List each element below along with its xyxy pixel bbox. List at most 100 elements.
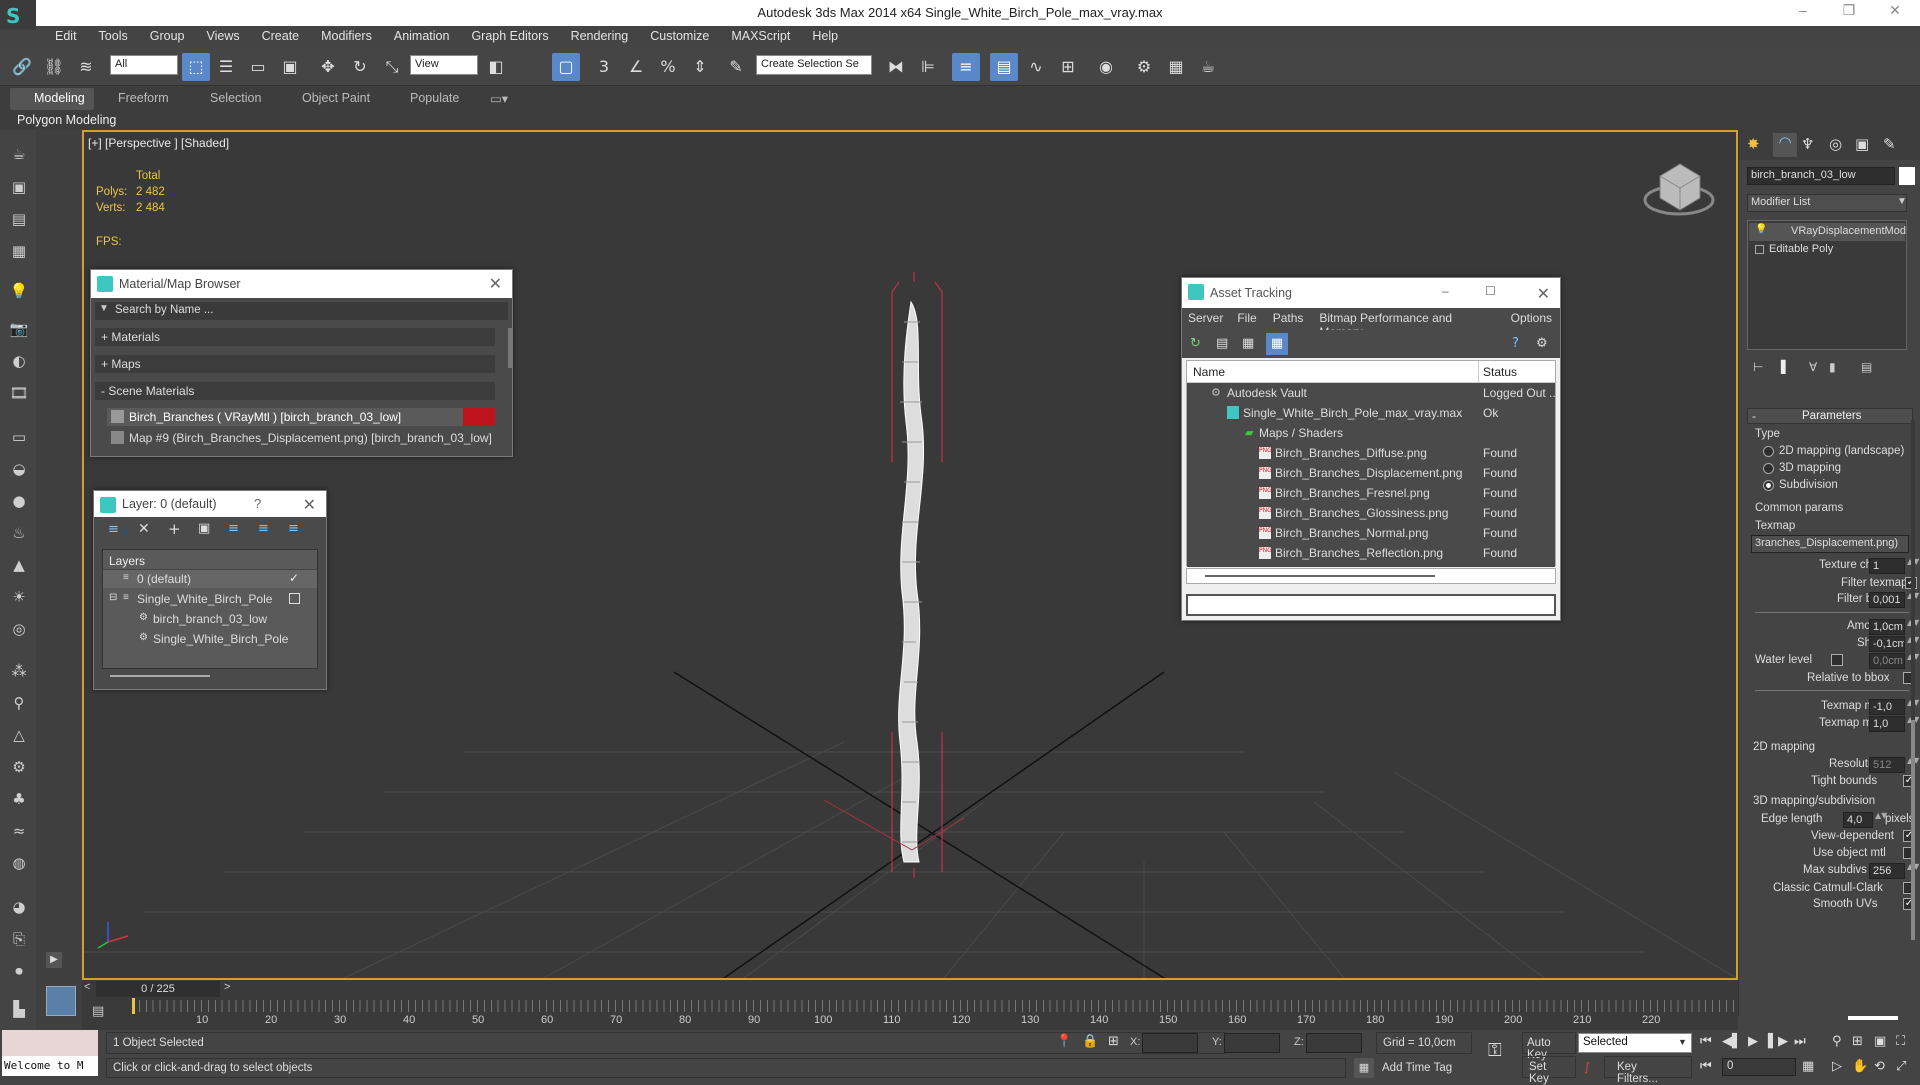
pivot-center-icon[interactable]: ◧ xyxy=(482,53,510,81)
select-layer-icon[interactable]: ▣ xyxy=(198,521,210,536)
spinner-snap-icon[interactable]: ⇕ xyxy=(686,53,714,81)
viewport-layout-tab[interactable] xyxy=(46,986,76,1016)
table-view-icon[interactable]: ▦ xyxy=(1266,333,1288,355)
collapse-icon[interactable]: ⊟ xyxy=(109,592,117,603)
mirror-icon[interactable]: ⧓ xyxy=(882,53,910,81)
maximize-viewport-icon[interactable]: ⤢ xyxy=(1896,1059,1906,1074)
bone-icon[interactable]: ⚲ xyxy=(8,694,30,716)
key-mode-dropdown[interactable]: Selected xyxy=(1578,1033,1692,1053)
asset-menu-paths[interactable]: Paths xyxy=(1265,308,1312,330)
motion-tab-icon[interactable]: ◎ xyxy=(1829,135,1842,153)
scroll-thumb[interactable] xyxy=(1205,575,1435,577)
menu-rendering[interactable]: Rendering xyxy=(560,26,640,48)
help-icon[interactable]: ? xyxy=(1512,336,1519,351)
maxscript-listener-top[interactable] xyxy=(2,1030,98,1058)
menu-tools[interactable]: Tools xyxy=(88,26,139,48)
asset-tracking-titlebar[interactable]: Asset Tracking – ☐ ✕ xyxy=(1182,278,1560,308)
layer-row-birch[interactable]: ⊟ ≡ Single_White_Birch_Pole xyxy=(103,590,317,608)
tab-selection[interactable]: Selection xyxy=(210,91,261,105)
rendered-frame-icon[interactable]: ▦ xyxy=(1162,53,1190,81)
rect-selection-icon[interactable]: ▭ xyxy=(244,53,272,81)
table-row[interactable]: Single_White_Birch_Pole_max_vray.max Ok xyxy=(1187,404,1555,422)
group-maps[interactable]: + Maps xyxy=(95,355,495,373)
spinner-icon[interactable]: ▲▼ xyxy=(1875,812,1887,828)
current-frame-field[interactable]: 0 xyxy=(1722,1058,1796,1076)
remove-modifier-icon[interactable]: ▮ xyxy=(1829,360,1836,374)
command-panel-scrollbar[interactable] xyxy=(1911,420,1915,940)
light-icon[interactable]: 💡 xyxy=(8,282,30,304)
group-materials[interactable]: + Materials xyxy=(95,328,495,346)
move-icon[interactable]: ✥ xyxy=(314,53,342,81)
menu-group[interactable]: Group xyxy=(139,26,196,48)
rotate-icon[interactable]: ↻ xyxy=(346,53,374,81)
helper-icon[interactable]: ◐ xyxy=(8,352,30,374)
menu-customize[interactable]: Customize xyxy=(639,26,720,48)
z-coordinate-field[interactable] xyxy=(1306,1033,1362,1053)
display-tab-icon[interactable]: ▣ xyxy=(1855,135,1869,153)
asset-hscrollbar[interactable] xyxy=(1186,568,1556,584)
tab-modeling[interactable]: Modeling xyxy=(34,91,85,105)
highlight-layer-icon[interactable]: ≡ xyxy=(228,521,239,536)
geosphere-icon[interactable]: ● xyxy=(8,492,30,514)
isolate-pin-icon[interactable]: 📍 xyxy=(1056,1034,1072,1049)
list-item-map[interactable]: Map #9 (Birch_Branches_Displacement.png)… xyxy=(107,429,495,447)
zoom-all-icon[interactable]: ⊞ xyxy=(1852,1034,1863,1049)
restore-icon[interactable]: ❐ xyxy=(1834,2,1864,24)
clip-icon[interactable]: ⎘ xyxy=(8,930,30,952)
material-browser-titlebar[interactable]: Material/Map Browser ✕ xyxy=(91,270,512,298)
texmap-min-field[interactable]: -1,0 xyxy=(1869,699,1905,715)
named-selection-dropdown[interactable]: Create Selection Se xyxy=(756,55,872,75)
menu-modifiers[interactable]: Modifiers xyxy=(310,26,383,48)
material-editor-icon[interactable]: ◉ xyxy=(1092,53,1120,81)
table-row[interactable]: ▰ Maps / Shaders xyxy=(1187,424,1555,442)
help-icon[interactable]: ? xyxy=(254,496,261,511)
key-tangent-icon[interactable]: ∫ xyxy=(1584,1060,1590,1074)
menu-animation[interactable]: Animation xyxy=(383,26,461,48)
layer-hscrollbar[interactable] xyxy=(102,669,318,683)
asset-path-field[interactable] xyxy=(1186,594,1556,616)
settings-icon[interactable]: ⚙ xyxy=(1536,336,1548,351)
close-icon[interactable]: ✕ xyxy=(303,495,316,515)
record-icon[interactable]: ⏺ xyxy=(8,962,30,984)
add-to-layer-icon[interactable]: + xyxy=(168,520,181,538)
texmap-button[interactable]: 3ranches_Displacement.png) xyxy=(1751,535,1909,553)
time-config-icon[interactable]: ▦ xyxy=(1802,1059,1814,1074)
make-unique-icon[interactable]: ∀ xyxy=(1809,360,1817,374)
bind-space-warp-icon[interactable]: ≋ xyxy=(72,53,100,81)
close-icon[interactable]: ✕ xyxy=(1537,284,1550,304)
delete-layer-icon[interactable]: ✕ xyxy=(138,521,150,537)
table-row[interactable]: PNG Birch_Branches_Normal.png Found xyxy=(1187,524,1555,542)
menu-maxscript[interactable]: MAXScript xyxy=(720,26,801,48)
asset-menu-file[interactable]: File xyxy=(1229,308,1264,330)
group-scene-materials[interactable]: - Scene Materials xyxy=(95,382,495,400)
add-time-tag[interactable]: Add Time Tag xyxy=(1382,1062,1452,1074)
layer-manager-icon[interactable]: ≡ xyxy=(952,53,980,81)
radio-2d-mapping[interactable] xyxy=(1763,446,1774,457)
hair-icon[interactable]: ≈ xyxy=(8,822,30,844)
chevron-down-icon[interactable]: ▼ xyxy=(1678,1037,1687,1047)
plane-icon[interactable]: ▭ xyxy=(8,428,30,450)
auto-key-button[interactable]: Auto Key xyxy=(1522,1032,1576,1061)
selection-filter-dropdown[interactable]: All xyxy=(110,55,178,75)
chevron-down-icon[interactable]: ▼ xyxy=(1897,196,1907,207)
scroll-thumb[interactable] xyxy=(110,675,210,677)
maximize-icon[interactable]: ☐ xyxy=(1485,284,1496,298)
radio-3d-mapping[interactable] xyxy=(1763,463,1774,474)
table-row[interactable]: PNG Birch_Branches_Displacement.png Foun… xyxy=(1187,464,1555,482)
align-icon[interactable]: ⊫ xyxy=(914,53,942,81)
schematic-view-icon[interactable]: ⊞ xyxy=(1054,53,1082,81)
object-color-swatch[interactable] xyxy=(1899,167,1915,185)
asset-menu-server[interactable]: Server xyxy=(1182,308,1229,330)
angle-snap-icon[interactable]: ∠ xyxy=(622,53,650,81)
table-row[interactable]: ⚙ Autodesk Vault Logged Out ... xyxy=(1187,384,1559,402)
tab-freeform[interactable]: Freeform xyxy=(118,91,169,105)
teapot-prim-icon[interactable]: ♨ xyxy=(8,524,30,546)
sphere-icon[interactable]: ◒ xyxy=(8,460,30,482)
pan-icon[interactable]: ✋ xyxy=(1852,1059,1868,1074)
utilities-tab-icon[interactable]: ✎ xyxy=(1883,135,1896,153)
table-row[interactable]: PNG Birch_Branches_Reflection.png Found xyxy=(1187,544,1555,562)
mini-curve-editor-icon[interactable]: ▤ xyxy=(92,1004,104,1019)
ribbon-options-icon[interactable]: ▭▾ xyxy=(490,91,508,106)
window-crossing-icon[interactable]: ▣ xyxy=(276,53,304,81)
cone-icon[interactable]: ▲ xyxy=(8,556,30,578)
